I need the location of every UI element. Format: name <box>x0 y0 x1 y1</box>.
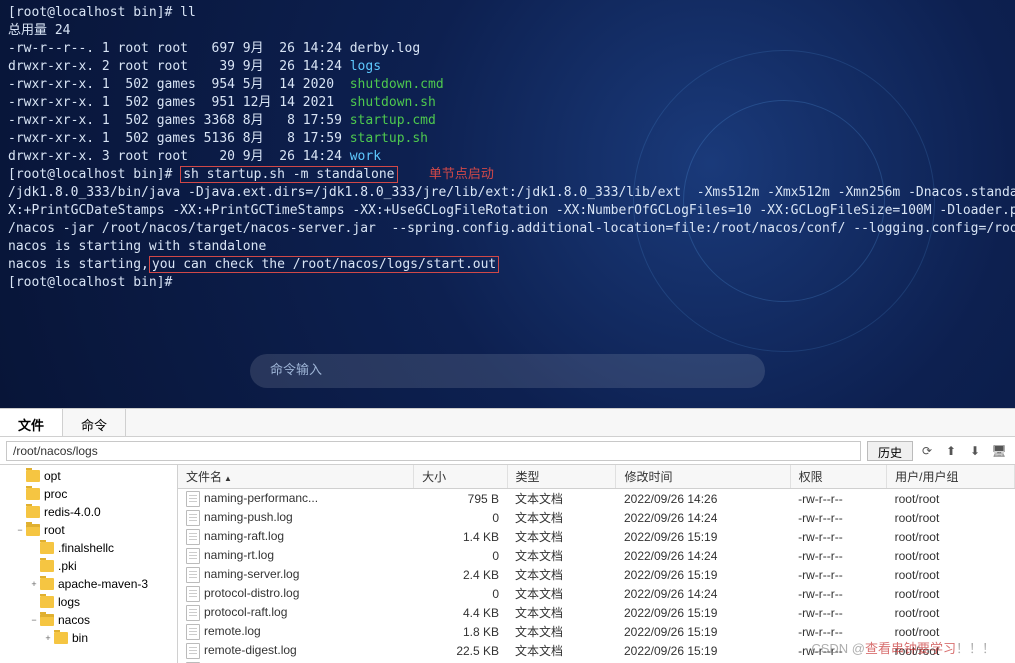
file-manager: 文件命令 历史 ⟳ ⬆ ⬇ 🖥 opt proc redis-4.0.0 − root.… <box>0 408 1015 663</box>
terminal-line: drwxr-xr-x. 2 root root 39 9月 26 14:24 l… <box>8 58 1007 76</box>
tree-item-label: root <box>44 523 65 537</box>
table-row[interactable]: protocol-raft.log4.4 KB文本文档2022/09/26 15… <box>178 603 1015 622</box>
terminal-line: [root@localhost bin]# ll <box>8 4 1007 22</box>
tree-item[interactable]: proc <box>0 485 177 503</box>
computer-icon[interactable]: 🖥 <box>989 441 1009 461</box>
column-header[interactable]: 文件名▲ <box>178 465 414 489</box>
tab-命令[interactable]: 命令 <box>63 409 126 436</box>
terminal-line: /nacos -jar /root/nacos/target/nacos-ser… <box>8 220 1007 238</box>
tree-item-label: logs <box>58 595 80 609</box>
file-icon <box>186 491 200 507</box>
terminal-line: -rwxr-xr-x. 1 502 games 3368 8月 8 17:59 … <box>8 112 1007 130</box>
table-row[interactable]: naming-server.log2.4 KB文本文档2022/09/26 15… <box>178 565 1015 584</box>
download-icon[interactable]: ⬇ <box>965 441 985 461</box>
tree-item[interactable]: + apache-maven-3 <box>0 575 177 593</box>
history-button[interactable]: 历史 <box>867 441 913 461</box>
file-icon <box>186 529 200 545</box>
watermark: CSDN @查看串钟要学习！！！ <box>811 638 995 657</box>
tree-item-label: nacos <box>58 613 90 627</box>
file-icon <box>186 624 200 640</box>
column-header[interactable]: 大小 <box>414 465 507 489</box>
file-icon <box>186 510 200 526</box>
tree-item[interactable]: logs <box>0 593 177 611</box>
folder-icon <box>40 542 54 554</box>
file-table-wrap[interactable]: 文件名▲大小类型修改时间权限用户/用户组 naming-performanc..… <box>178 465 1015 663</box>
column-header[interactable]: 类型 <box>507 465 616 489</box>
file-table: 文件名▲大小类型修改时间权限用户/用户组 naming-performanc..… <box>178 465 1015 663</box>
tree-item-label: .finalshellc <box>58 541 114 555</box>
path-input[interactable] <box>6 441 861 461</box>
fm-tabs: 文件命令 <box>0 409 1015 437</box>
table-row[interactable]: naming-raft.log1.4 KB文本文档2022/09/26 15:1… <box>178 527 1015 546</box>
table-row[interactable]: protocol-distro.log0文本文档2022/09/26 14:24… <box>178 584 1015 603</box>
folder-icon <box>54 632 68 644</box>
terminal-line: [root@localhost bin]# <box>8 274 1007 292</box>
terminal-line: nacos is starting,you can check the /roo… <box>8 256 1007 274</box>
tree-item[interactable]: redis-4.0.0 <box>0 503 177 521</box>
folder-icon <box>26 506 40 518</box>
table-row[interactable]: naming-rt.log0文本文档2022/09/26 14:24-rw-r-… <box>178 546 1015 565</box>
folder-tree[interactable]: opt proc redis-4.0.0 − root .finalshellc .pki +… <box>0 465 178 663</box>
tree-item[interactable]: + bin <box>0 629 177 647</box>
tree-item-label: opt <box>44 469 61 483</box>
folder-icon <box>26 524 40 536</box>
tree-toggle-icon[interactable]: + <box>42 633 54 643</box>
terminal-line: 总用量 24 <box>8 22 1007 40</box>
column-header[interactable]: 修改时间 <box>616 465 790 489</box>
file-icon <box>186 586 200 602</box>
tree-toggle-icon[interactable]: − <box>28 615 40 625</box>
column-header[interactable]: 权限 <box>790 465 887 489</box>
terminal-line: -rwxr-xr-x. 1 502 games 954 5月 14 2020 s… <box>8 76 1007 94</box>
tree-item[interactable]: − nacos <box>0 611 177 629</box>
terminal-line: drwxr-xr-x. 3 root root 20 9月 26 14:24 w… <box>8 148 1007 166</box>
tree-toggle-icon[interactable]: + <box>28 579 40 589</box>
folder-icon <box>40 560 54 572</box>
tree-toggle-icon[interactable]: − <box>14 525 26 535</box>
tree-item-label: redis-4.0.0 <box>44 505 101 519</box>
tree-item-label: proc <box>44 487 67 501</box>
tree-item-label: bin <box>72 631 88 645</box>
column-header[interactable]: 用户/用户组 <box>887 465 1015 489</box>
table-row[interactable]: naming-performanc...795 B文本文档2022/09/26 … <box>178 489 1015 509</box>
terminal-line: nacos is starting with standalone <box>8 238 1007 256</box>
terminal-line: /jdk1.8.0_333/bin/java -Djava.ext.dirs=/… <box>8 184 1007 202</box>
folder-icon <box>40 596 54 608</box>
file-icon <box>186 643 200 659</box>
file-icon <box>186 567 200 583</box>
refresh-icon[interactable]: ⟳ <box>917 441 937 461</box>
tree-item[interactable]: opt <box>0 467 177 485</box>
tree-item-label: .pki <box>58 559 77 573</box>
file-icon <box>186 605 200 621</box>
tree-item-label: apache-maven-3 <box>58 577 148 591</box>
tree-item[interactable]: .finalshellc <box>0 539 177 557</box>
terminal-line: -rw-r--r--. 1 root root 697 9月 26 14:24 … <box>8 40 1007 58</box>
terminal-line: -rwxr-xr-x. 1 502 games 5136 8月 8 17:59 … <box>8 130 1007 148</box>
terminal-line: [root@localhost bin]# sh startup.sh -m s… <box>8 166 1007 184</box>
tab-文件[interactable]: 文件 <box>0 409 63 436</box>
command-input[interactable]: 命令输入 <box>250 354 765 388</box>
folder-icon <box>26 470 40 482</box>
terminal-line: -rwxr-xr-x. 1 502 games 951 12月 14 2021 … <box>8 94 1007 112</box>
tree-item[interactable]: − root <box>0 521 177 539</box>
terminal-line: X:+PrintGCDateStamps -XX:+PrintGCTimeSta… <box>8 202 1007 220</box>
command-input-placeholder: 命令输入 <box>270 363 322 378</box>
file-icon <box>186 548 200 564</box>
tree-item[interactable]: .pki <box>0 557 177 575</box>
path-row: 历史 ⟳ ⬆ ⬇ 🖥 <box>0 437 1015 465</box>
table-row[interactable]: naming-push.log0文本文档2022/09/26 14:24-rw-… <box>178 508 1015 527</box>
terminal-pane[interactable]: [root@localhost bin]# ll总用量 24-rw-r--r--… <box>0 0 1015 408</box>
folder-icon <box>26 488 40 500</box>
upload-icon[interactable]: ⬆ <box>941 441 961 461</box>
folder-icon <box>40 614 54 626</box>
folder-icon <box>40 578 54 590</box>
